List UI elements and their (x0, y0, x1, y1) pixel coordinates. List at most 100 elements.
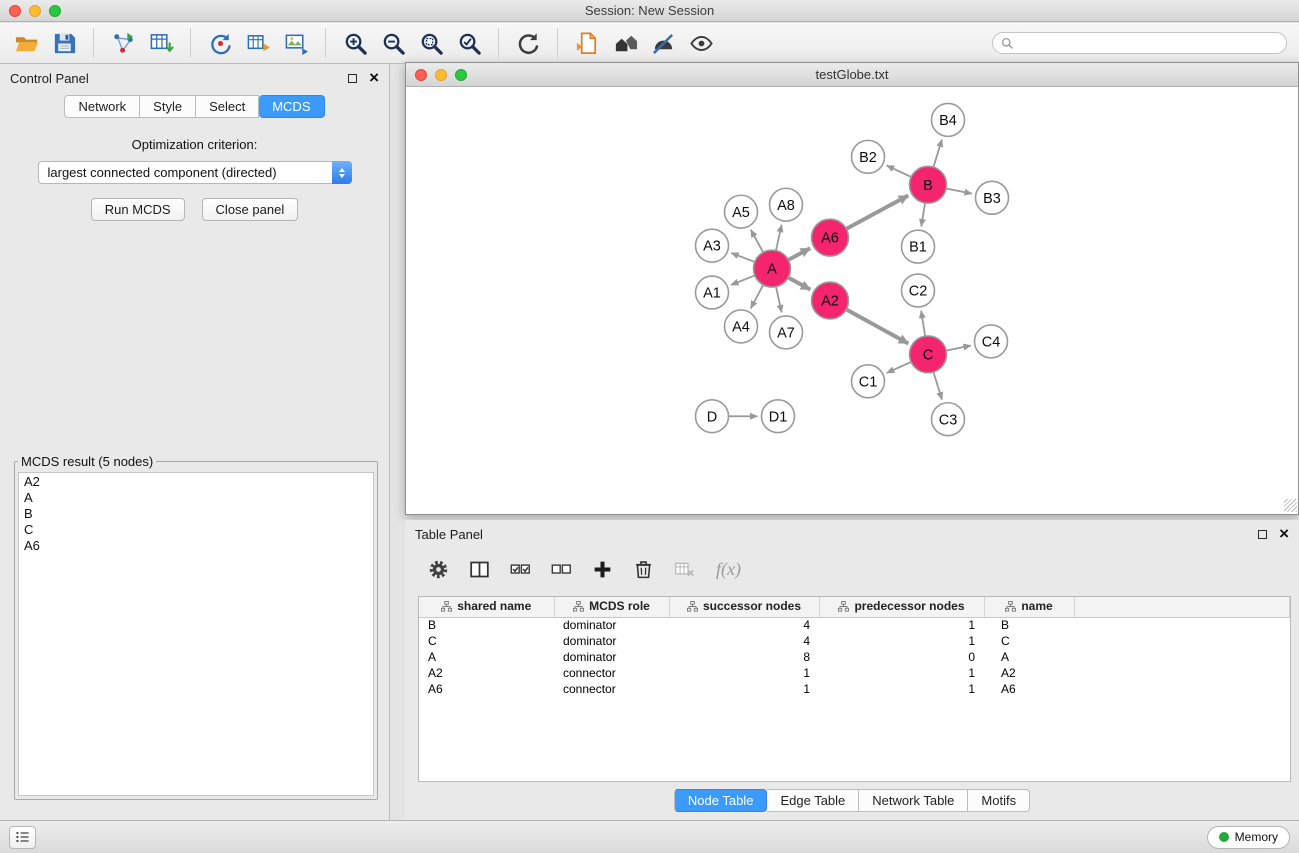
graph-edge-C-C2[interactable] (921, 311, 925, 336)
export-table-icon[interactable] (242, 27, 274, 59)
graph-edge-A-A3[interactable] (731, 253, 755, 262)
tab-node-table[interactable]: Node Table (674, 789, 768, 812)
cell-mcds-role[interactable]: dominator (554, 633, 669, 649)
table-row[interactable]: Cdominator41C (419, 633, 1290, 649)
mcds-result-item[interactable]: A (19, 490, 373, 506)
graph-edge-A-A6[interactable] (788, 248, 810, 260)
graph-edge-B-B2[interactable] (887, 165, 912, 176)
deselect-all-icon[interactable] (548, 556, 574, 582)
zoom-out-icon[interactable] (377, 27, 409, 59)
graph-edge-C-C3[interactable] (933, 372, 942, 400)
save-session-icon[interactable] (48, 27, 80, 59)
zoom-fit-icon[interactable] (415, 27, 447, 59)
graph-edge-B-B3[interactable] (946, 188, 972, 193)
delete-column-icon[interactable] (630, 556, 656, 582)
graph-edge-A-A1[interactable] (731, 275, 755, 284)
select-all-icon[interactable] (507, 556, 533, 582)
table-row[interactable]: A2connector11A2 (419, 665, 1290, 681)
search-input[interactable] (1020, 36, 1278, 50)
graph-edge-A2-C[interactable] (846, 309, 908, 343)
add-column-icon[interactable] (589, 556, 615, 582)
minimize-network-window-button[interactable] (435, 69, 447, 81)
tab-mcds[interactable]: MCDS (259, 95, 324, 118)
cell-successor-nodes[interactable]: 1 (669, 681, 819, 697)
tab-motifs[interactable]: Motifs (968, 789, 1030, 812)
zoom-selected-icon[interactable] (453, 27, 485, 59)
close-window-button[interactable] (9, 5, 21, 17)
float-panel-icon[interactable] (348, 74, 357, 83)
cell-mcds-role[interactable]: dominator (554, 617, 669, 633)
apply-layout-icon[interactable] (512, 27, 544, 59)
select-columns-icon[interactable] (466, 556, 492, 582)
cell-name[interactable]: B (984, 617, 1074, 633)
close-panel-icon[interactable]: × (369, 72, 379, 84)
graph-edge-B-B4[interactable] (933, 139, 942, 167)
cell-predecessor-nodes[interactable]: 1 (819, 633, 984, 649)
cell-predecessor-nodes[interactable]: 0 (819, 649, 984, 665)
mcds-result-item[interactable]: A2 (19, 474, 373, 490)
open-file-icon[interactable] (571, 27, 603, 59)
cell-shared-name[interactable]: C (419, 633, 554, 649)
zoom-window-button[interactable] (49, 5, 61, 17)
cell-name[interactable]: A6 (984, 681, 1074, 697)
graph-edge-A-A5[interactable] (751, 230, 763, 253)
tab-select[interactable]: Select (196, 95, 259, 118)
export-image-icon[interactable] (280, 27, 312, 59)
table-row[interactable]: A6connector11A6 (419, 681, 1290, 697)
column-header-predecessor-nodes[interactable]: predecessor nodes (819, 597, 984, 617)
cell-successor-nodes[interactable]: 4 (669, 617, 819, 633)
home-icon[interactable] (609, 27, 641, 59)
import-table-icon[interactable] (145, 27, 177, 59)
import-network-icon[interactable] (107, 27, 139, 59)
cell-successor-nodes[interactable]: 8 (669, 649, 819, 665)
memory-button[interactable]: Memory (1207, 826, 1290, 849)
mcds-result-item[interactable]: A6 (19, 538, 373, 554)
float-table-panel-icon[interactable] (1258, 530, 1267, 539)
open-session-icon[interactable] (10, 27, 42, 59)
cell-successor-nodes[interactable]: 1 (669, 665, 819, 681)
graph-edge-A6-B[interactable] (846, 195, 908, 228)
table-row[interactable]: Adominator80A (419, 649, 1290, 665)
annotation-icon[interactable] (647, 27, 679, 59)
run-mcds-button[interactable]: Run MCDS (91, 198, 185, 221)
cell-mcds-role[interactable]: dominator (554, 649, 669, 665)
tab-edge-table[interactable]: Edge Table (767, 789, 859, 812)
cell-predecessor-nodes[interactable]: 1 (819, 617, 984, 633)
graph-edge-B-B1[interactable] (921, 203, 925, 226)
cell-successor-nodes[interactable]: 4 (669, 633, 819, 649)
cell-name[interactable]: A2 (984, 665, 1074, 681)
column-header-name[interactable]: name (984, 597, 1074, 617)
close-panel-button[interactable]: Close panel (202, 198, 299, 221)
zoom-network-window-button[interactable] (455, 69, 467, 81)
cell-shared-name[interactable]: B (419, 617, 554, 633)
cell-name[interactable]: A (984, 649, 1074, 665)
cell-mcds-role[interactable]: connector (554, 681, 669, 697)
graph-edge-A-A8[interactable] (776, 225, 782, 251)
close-table-panel-icon[interactable]: × (1279, 528, 1289, 540)
search-box[interactable] (992, 32, 1287, 54)
graph-edge-A-A4[interactable] (751, 285, 764, 309)
cell-shared-name[interactable]: A6 (419, 681, 554, 697)
graph-edge-A-A2[interactable] (788, 277, 810, 289)
table-row[interactable]: Bdominator41B (419, 617, 1290, 633)
cell-mcds-role[interactable]: connector (554, 665, 669, 681)
close-network-window-button[interactable] (415, 69, 427, 81)
graph-edge-C-C4[interactable] (946, 346, 971, 351)
cell-shared-name[interactable]: A2 (419, 665, 554, 681)
column-header-mcds-role[interactable]: MCDS role (554, 597, 669, 617)
tab-network-table[interactable]: Network Table (859, 789, 968, 812)
cell-predecessor-nodes[interactable]: 1 (819, 681, 984, 697)
gear-icon[interactable] (425, 556, 451, 582)
optimization-dropdown[interactable]: largest connected component (directed) (38, 161, 352, 184)
cell-predecessor-nodes[interactable]: 1 (819, 665, 984, 681)
network-graph[interactable]: B4B2BB3A5A8A6B1A3AC2A1A2A4A7C4CC1C3DD1 (406, 87, 1298, 513)
mcds-result-list[interactable]: A2ABCA6 (18, 472, 374, 796)
graph-edge-C-C1[interactable] (887, 362, 911, 373)
minimize-window-button[interactable] (29, 5, 41, 17)
tab-network[interactable]: Network (64, 95, 140, 118)
column-header-successor-nodes[interactable]: successor nodes (669, 597, 819, 617)
mcds-result-item[interactable]: B (19, 506, 373, 522)
mcds-result-item[interactable]: C (19, 522, 373, 538)
resize-grip[interactable] (1284, 499, 1297, 512)
tab-style[interactable]: Style (140, 95, 196, 118)
